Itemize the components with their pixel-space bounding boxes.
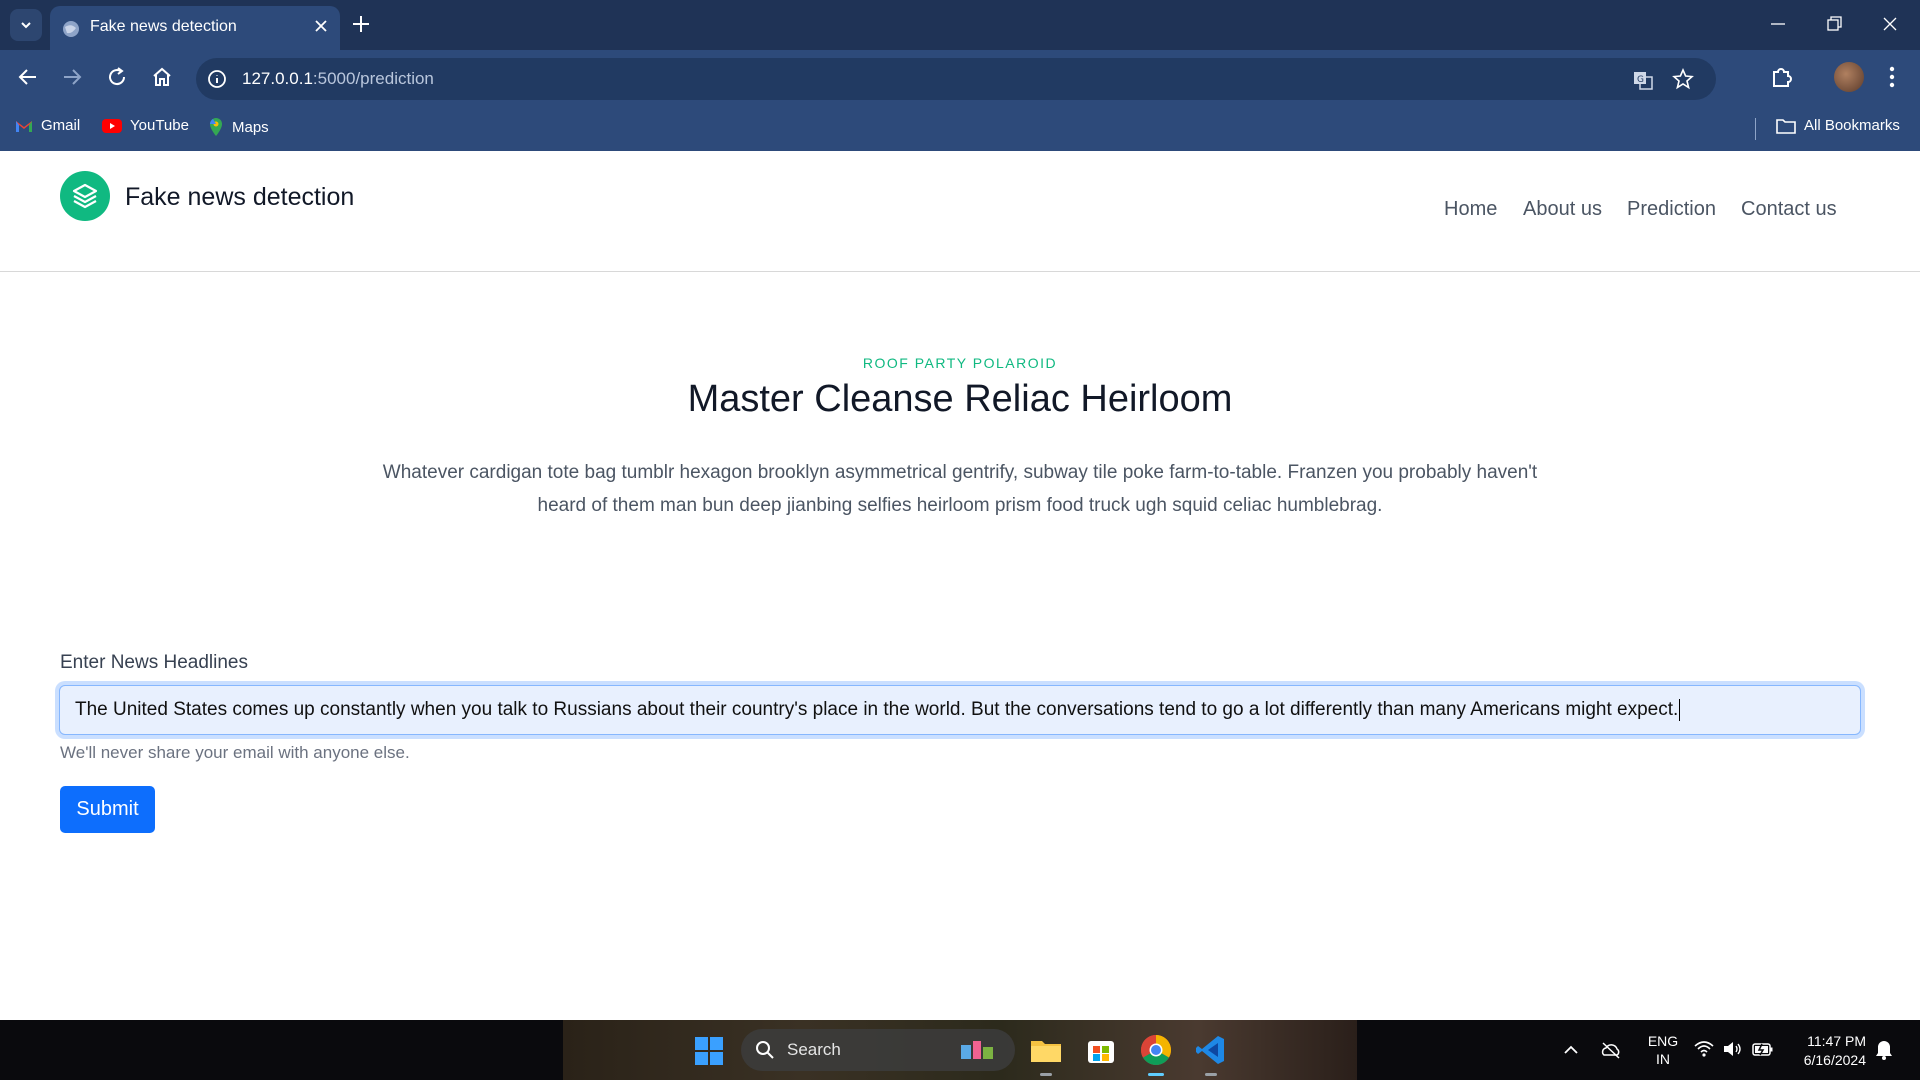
all-bookmarks-button[interactable]: All Bookmarks <box>1776 117 1900 134</box>
vscode-icon <box>1196 1036 1224 1064</box>
browser-tab-strip: Fake news detection <box>0 0 1920 50</box>
nav-home[interactable]: Home <box>1444 198 1497 221</box>
tab-title: Fake news detection <box>90 18 237 35</box>
layers-icon <box>72 183 98 209</box>
profile-avatar[interactable] <box>1834 62 1864 92</box>
taskbar-store[interactable] <box>1083 1032 1119 1068</box>
extensions-icon[interactable] <box>1768 64 1794 90</box>
gmail-icon <box>16 120 32 132</box>
tab-search-button[interactable] <box>10 9 42 41</box>
url-text: 127.0.0.1:5000/prediction <box>242 69 434 88</box>
bookmark-star-icon[interactable] <box>1672 68 1694 90</box>
menu-dots-icon[interactable] <box>1880 64 1904 90</box>
bookmark-maps[interactable]: Maps <box>208 117 269 137</box>
browser-toolbar: 127.0.0.1:5000/prediction G <box>0 50 1920 108</box>
reload-icon[interactable] <box>105 65 129 89</box>
bookmarks-bar: Gmail YouTube Maps All Bookmarks <box>0 108 1920 151</box>
store-icon <box>1088 1041 1114 1063</box>
onedrive-offline-icon[interactable] <box>1600 1040 1622 1060</box>
brand-logo[interactable] <box>60 171 110 221</box>
bookmarks-divider <box>1755 118 1756 140</box>
windows-start-icon[interactable] <box>694 1036 724 1066</box>
widgets-icon[interactable] <box>959 1037 997 1063</box>
nav-contact-us[interactable]: Contact us <box>1741 198 1837 221</box>
language-indicator[interactable]: ENG IN <box>1644 1032 1682 1068</box>
section-kicker: ROOF PARTY POLAROID <box>862 355 1058 371</box>
windows-taskbar: Search ENG IN 11:47 PM 6/16/2024 <box>0 1020 1920 1080</box>
youtube-icon <box>102 118 122 133</box>
home-icon[interactable] <box>150 65 174 89</box>
submit-button[interactable]: Submit <box>60 786 155 833</box>
page-title: Master Cleanse Reliac Heirloom <box>687 378 1233 420</box>
taskbar-vscode[interactable] <box>1193 1032 1229 1076</box>
site-info-icon[interactable] <box>206 68 228 90</box>
address-bar[interactable]: 127.0.0.1:5000/prediction G <box>196 58 1716 100</box>
clock[interactable]: 11:47 PM 6/16/2024 <box>1788 1032 1866 1070</box>
globe-icon <box>63 21 79 37</box>
search-icon <box>756 1041 774 1059</box>
wifi-icon[interactable] <box>1694 1040 1714 1058</box>
active-tab[interactable]: Fake news detection <box>50 6 340 50</box>
bookmark-gmail[interactable]: Gmail <box>15 117 80 134</box>
chrome-icon <box>1140 1035 1172 1066</box>
restore-icon[interactable] <box>1824 12 1844 36</box>
taskbar-search[interactable]: Search <box>741 1029 1015 1071</box>
forward-icon[interactable] <box>60 65 84 89</box>
back-icon[interactable] <box>16 65 40 89</box>
site-header: Fake news detection Home About us Predic… <box>0 151 1920 272</box>
new-tab-icon[interactable] <box>350 13 372 35</box>
headline-input[interactable]: The United States comes up constantly wh… <box>59 685 1861 735</box>
battery-charging-icon[interactable] <box>1752 1040 1774 1058</box>
bookmark-youtube[interactable]: YouTube <box>102 117 189 134</box>
headline-label: Enter News Headlines <box>60 652 248 673</box>
tray-chevron-up-icon[interactable] <box>1562 1041 1580 1059</box>
minimize-icon[interactable] <box>1768 12 1788 36</box>
taskbar-file-explorer[interactable] <box>1028 1032 1064 1076</box>
lead-paragraph: Whatever cardigan tote bag tumblr hexago… <box>382 462 1538 516</box>
notification-bell-icon[interactable] <box>1874 1039 1894 1061</box>
brand-name[interactable]: Fake news detection <box>125 183 354 212</box>
help-text: We'll never share your email with anyone… <box>60 743 410 762</box>
close-icon[interactable] <box>312 17 330 35</box>
nav-prediction[interactable]: Prediction <box>1627 198 1716 221</box>
folder-icon <box>1776 118 1796 134</box>
file-explorer-icon <box>1031 1041 1061 1062</box>
volume-icon[interactable] <box>1722 1040 1742 1058</box>
chevron-down-icon <box>21 22 31 29</box>
text-caret <box>1679 699 1681 721</box>
svg-text:G: G <box>1637 75 1644 85</box>
maps-icon <box>210 118 222 136</box>
taskbar-chrome[interactable] <box>1138 1032 1174 1076</box>
translate-icon[interactable]: G <box>1632 69 1654 91</box>
window-close-icon[interactable] <box>1880 12 1900 36</box>
nav-about-us[interactable]: About us <box>1523 198 1602 221</box>
